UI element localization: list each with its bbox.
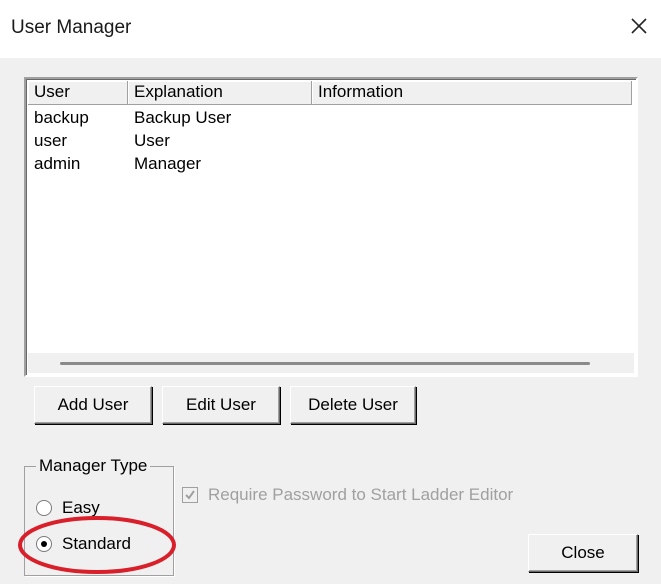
column-header-user[interactable]: User bbox=[28, 81, 128, 105]
radio-standard-label: Standard bbox=[62, 534, 131, 553]
column-header-explanation[interactable]: Explanation bbox=[128, 81, 312, 105]
user-manager-dialog: User Manager User Explanation Informatio… bbox=[0, 0, 661, 584]
edit-user-button[interactable]: Edit User bbox=[162, 386, 280, 424]
cell-information bbox=[312, 152, 632, 175]
radio-standard[interactable]: Standard bbox=[36, 534, 131, 554]
cell-user: backup bbox=[34, 108, 89, 127]
list-header: User Explanation Information bbox=[28, 81, 632, 105]
scrollbar-thumb[interactable] bbox=[60, 362, 590, 365]
require-password-checkbox[interactable]: Require Password to Start Ladder Editor bbox=[182, 485, 513, 505]
cell-explanation: Backup User bbox=[134, 108, 232, 127]
delete-user-button[interactable]: Delete User bbox=[290, 386, 416, 424]
cell-explanation: Manager bbox=[134, 154, 202, 173]
window-title: User Manager bbox=[11, 17, 132, 38]
column-header-information[interactable]: Information bbox=[312, 81, 632, 105]
cell-user: user bbox=[34, 131, 68, 150]
list-row[interactable]: admin Manager bbox=[28, 152, 632, 175]
checkbox-box[interactable] bbox=[182, 487, 198, 503]
add-user-button[interactable]: Add User bbox=[34, 386, 152, 424]
horizontal-scrollbar[interactable] bbox=[28, 353, 634, 373]
require-password-label: Require Password to Start Ladder Editor bbox=[208, 485, 514, 504]
cell-user: admin bbox=[34, 154, 81, 173]
cell-information bbox=[312, 129, 632, 152]
list-row[interactable]: backup Backup User bbox=[28, 106, 632, 129]
radio-easy[interactable]: Easy bbox=[36, 498, 100, 518]
list-row[interactable]: user User bbox=[28, 129, 632, 152]
radio-button-selected-icon[interactable] bbox=[36, 536, 52, 552]
manager-type-group bbox=[24, 466, 174, 576]
manager-type-label: Manager Type bbox=[36, 456, 151, 476]
close-icon[interactable] bbox=[625, 12, 653, 40]
cell-information bbox=[312, 106, 632, 129]
cell-explanation: User bbox=[134, 131, 170, 150]
radio-easy-label: Easy bbox=[62, 498, 100, 517]
close-button[interactable]: Close bbox=[528, 534, 638, 572]
list-rows: backup Backup User user User admin Manag… bbox=[28, 106, 632, 175]
user-list[interactable]: User Explanation Information backup Back… bbox=[24, 77, 638, 377]
title-bar: User Manager bbox=[0, 0, 661, 58]
radio-button-icon[interactable] bbox=[36, 500, 52, 516]
checkmark-icon bbox=[185, 490, 195, 500]
